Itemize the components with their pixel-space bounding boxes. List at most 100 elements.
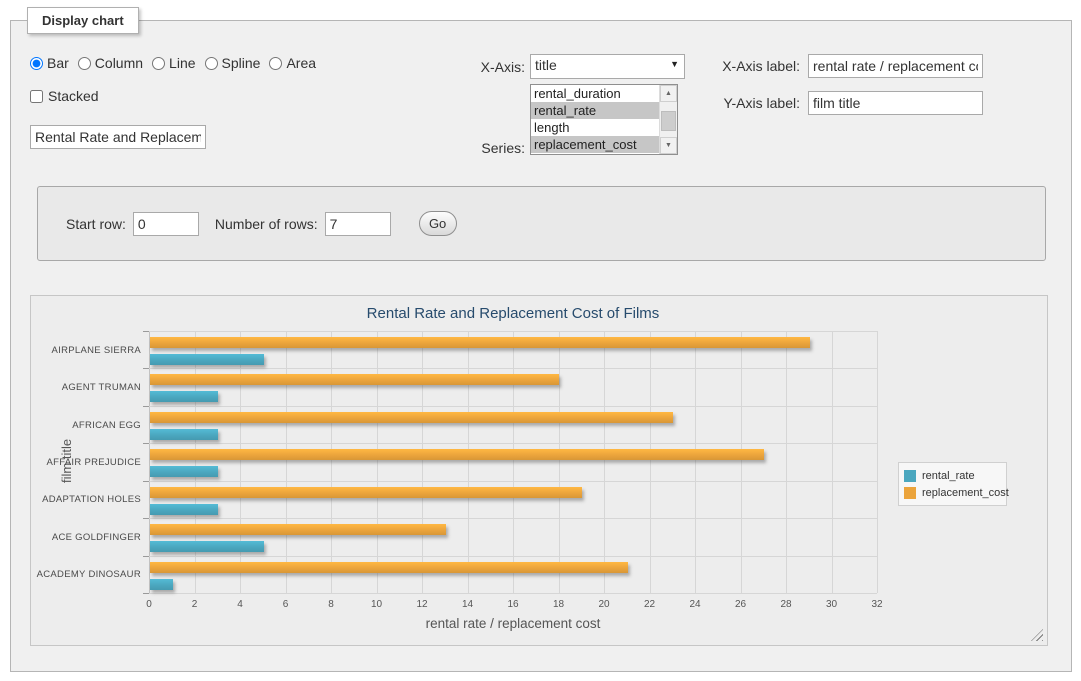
panel-legend-title: Display chart (27, 7, 139, 34)
legend-swatch (904, 470, 916, 482)
x-tick-label: 8 (316, 599, 346, 610)
legend-item[interactable]: rental_rate (904, 467, 1001, 484)
legend-swatch (904, 487, 916, 499)
resize-grip-icon[interactable] (1031, 629, 1043, 641)
series-list-scrollbar[interactable]: ▲ ▼ (659, 85, 677, 154)
radio-line[interactable] (152, 57, 165, 70)
x-tick-label: 18 (544, 599, 574, 610)
x-axis-selected-value: title (535, 57, 557, 73)
chart-type-radio-spline[interactable]: Spline (205, 55, 261, 71)
chart-type-radio-area[interactable]: Area (269, 55, 316, 71)
chart-type-radio-column[interactable]: Column (78, 55, 143, 71)
x-tick-label: 16 (498, 599, 528, 610)
chart-title-input[interactable] (30, 125, 206, 149)
gridline (149, 368, 877, 369)
series-multiselect[interactable]: rental_durationrental_ratelengthreplacem… (530, 84, 678, 155)
gridline (650, 331, 651, 593)
gridline (559, 331, 560, 593)
gridline (149, 443, 877, 444)
chart-type-radio-bar[interactable]: Bar (30, 55, 69, 71)
radio-label: Column (95, 55, 143, 71)
gridline (149, 556, 877, 557)
gridline (331, 331, 332, 593)
gridline (422, 331, 423, 593)
y-axis-label-input[interactable] (808, 91, 983, 115)
gridline (149, 518, 877, 519)
x-tick-label: 26 (726, 599, 756, 610)
bar-replacement_cost (150, 562, 628, 573)
series-option-replacement_cost[interactable]: replacement_cost (531, 136, 677, 153)
scroll-up-icon[interactable]: ▲ (660, 85, 677, 102)
x-tick-label: 24 (680, 599, 710, 610)
x-tick-label: 12 (407, 599, 437, 610)
chart-title: Rental Rate and Replacement Cost of Film… (149, 305, 877, 322)
radio-area[interactable] (269, 57, 282, 70)
row-range-panel: Start row: Number of rows: Go (37, 186, 1046, 261)
start-row-label: Start row: (66, 216, 126, 232)
bar-rental_rate (150, 541, 264, 552)
legend-item[interactable]: replacement_cost (904, 484, 1001, 501)
scrollbar-thumb[interactable] (661, 111, 676, 131)
radio-column[interactable] (78, 57, 91, 70)
gridline (786, 331, 787, 593)
radio-label: Bar (47, 55, 69, 71)
y-axis-tick (143, 368, 149, 369)
x-axis-select-label: X-Axis: (455, 59, 525, 75)
y-axis-tick (143, 481, 149, 482)
chevron-down-icon: ▼ (670, 59, 679, 69)
y-axis-label-label: Y-Axis label: (700, 95, 800, 111)
x-tick-label: 14 (453, 599, 483, 610)
series-option-length[interactable]: length (531, 119, 677, 136)
x-tick-label: 28 (771, 599, 801, 610)
x-axis-label-input[interactable] (808, 54, 983, 78)
category-label: ACADEMY DINOSAUR (31, 569, 141, 580)
gridline (149, 331, 877, 332)
chart-container: Rental Rate and Replacement Cost of Film… (30, 295, 1048, 646)
radio-spline[interactable] (205, 57, 218, 70)
category-label: AGENT TRUMAN (31, 382, 141, 393)
bar-replacement_cost (150, 374, 559, 385)
stacked-label: Stacked (48, 88, 99, 104)
y-axis-tick (143, 443, 149, 444)
y-axis-tick (143, 331, 149, 332)
bar-replacement_cost (150, 524, 446, 535)
x-axis-select[interactable]: title ▼ (530, 54, 685, 79)
x-tick-label: 0 (134, 599, 164, 610)
x-tick-label: 20 (589, 599, 619, 610)
scroll-down-icon[interactable]: ▼ (660, 137, 677, 154)
category-label: ADAPTATION HOLES (31, 494, 141, 505)
x-tick-label: 10 (362, 599, 392, 610)
gridline (832, 331, 833, 593)
gridline (468, 331, 469, 593)
plot-area (149, 331, 877, 593)
series-option-rental_duration[interactable]: rental_duration (531, 85, 677, 102)
bar-rental_rate (150, 391, 218, 402)
legend-label: replacement_cost (922, 487, 1009, 499)
bar-rental_rate (150, 429, 218, 440)
gridline (149, 593, 877, 594)
series-option-rental_rate[interactable]: rental_rate (531, 102, 677, 119)
bar-replacement_cost (150, 412, 673, 423)
x-tick-label: 30 (817, 599, 847, 610)
x-tick-label: 4 (225, 599, 255, 610)
gridline (149, 406, 877, 407)
stacked-checkbox[interactable] (30, 90, 43, 103)
num-rows-input[interactable] (325, 212, 391, 236)
chart-type-radiogroup: Bar Column Line Spline Area (30, 55, 325, 71)
start-row-input[interactable] (133, 212, 199, 236)
radio-bar[interactable] (30, 57, 43, 70)
gridline (286, 331, 287, 593)
num-rows-label: Number of rows: (215, 216, 318, 232)
stacked-checkbox-row: Stacked (30, 88, 99, 104)
radio-label: Area (286, 55, 316, 71)
category-label: AIRPLANE SIERRA (31, 345, 141, 356)
gridline (195, 331, 196, 593)
bar-replacement_cost (150, 337, 810, 348)
go-button[interactable]: Go (419, 211, 457, 236)
gridline (513, 331, 514, 593)
x-axis-title: rental rate / replacement cost (149, 616, 877, 631)
chart-type-radio-line[interactable]: Line (152, 55, 195, 71)
gridline (240, 331, 241, 593)
radio-label: Line (169, 55, 195, 71)
x-tick-label: 32 (862, 599, 892, 610)
